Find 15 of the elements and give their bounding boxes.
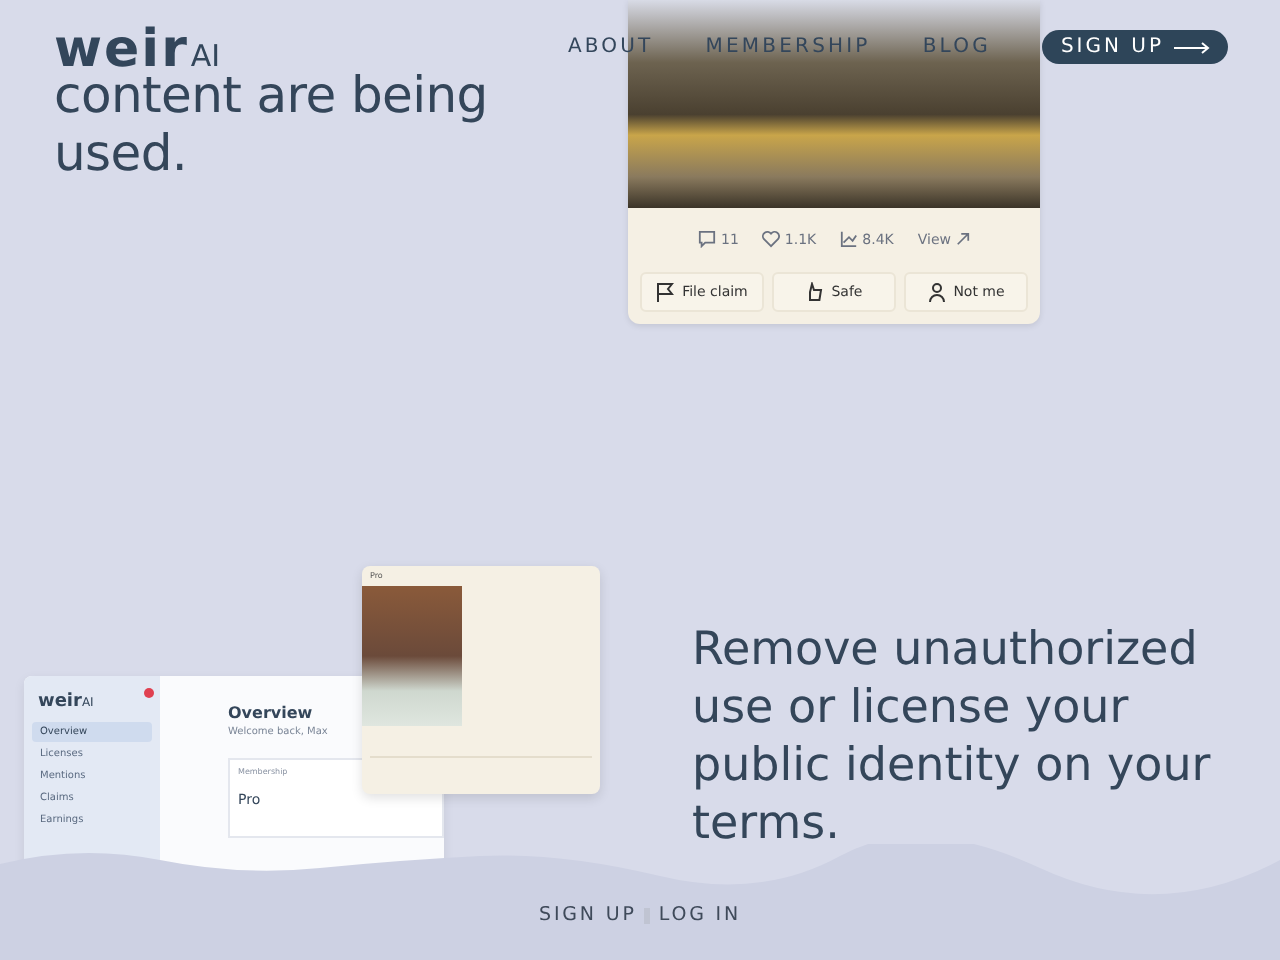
footer-link[interactable]: SIGN UP bbox=[539, 904, 637, 926]
sign-up-button[interactable]: SIGN UP bbox=[1042, 30, 1228, 64]
hand-icon bbox=[805, 282, 824, 302]
footer-link[interactable]: LOG IN bbox=[658, 904, 741, 926]
flag-icon bbox=[656, 282, 675, 302]
comment-icon bbox=[698, 230, 717, 248]
heart-icon bbox=[762, 230, 781, 248]
arrow-icon bbox=[955, 232, 969, 246]
chart-icon bbox=[840, 230, 859, 248]
page-title: Overview bbox=[228, 704, 315, 722]
arrow-icon bbox=[1174, 41, 1210, 53]
feature-text: Remove unauthorized use or license your public identity on your terms. bbox=[692, 622, 1213, 854]
notification-badge bbox=[144, 688, 154, 698]
person-icon bbox=[927, 282, 946, 302]
photo-placeholder bbox=[362, 586, 462, 726]
